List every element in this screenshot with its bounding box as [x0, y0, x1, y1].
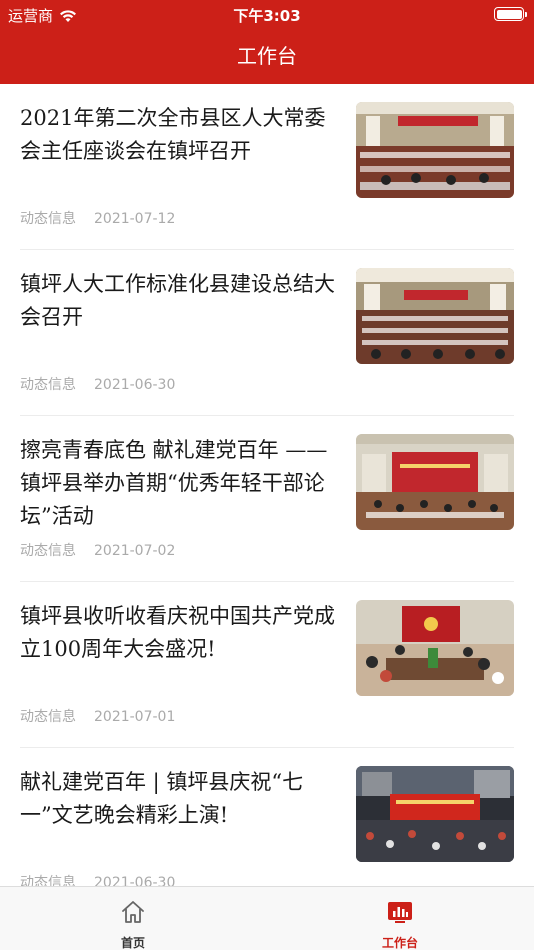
news-item[interactable]: 镇坪人大工作标准化县建设总结大会召开 动态信息 2021-06-30: [0, 250, 534, 416]
news-date: 2021-06-30: [94, 875, 176, 886]
news-date: 2021-07-02: [94, 543, 176, 559]
news-date: 2021-07-01: [94, 709, 176, 725]
tab-home-label: 首页: [120, 936, 145, 950]
news-date: 2021-06-30: [94, 377, 176, 393]
battery-icon: [494, 7, 527, 21]
news-thumbnail: [356, 434, 514, 530]
home-icon: [122, 901, 144, 923]
news-item[interactable]: 2021年第二次全市县区人大常委会主任座谈会在镇坪召开 动态信息 2021-07-…: [0, 84, 534, 250]
news-item[interactable]: 镇坪县收听收看庆祝中国共产党成立100周年大会盛况! 动态信息 2021-07-0…: [0, 582, 534, 748]
news-meta: 动态信息 2021-06-30: [20, 872, 175, 886]
news-thumbnail: [356, 102, 514, 198]
news-title: 擦亮青春底色 献礼建党百年 —— 镇坪县举办首期“优秀年轻干部论坛”活动: [20, 438, 328, 528]
news-category: 动态信息: [20, 875, 76, 886]
news-title: 献礼建党百年 | 镇坪县庆祝“七一”文艺晚会精彩上演!: [20, 770, 304, 827]
news-meta: 动态信息 2021-07-02: [20, 540, 175, 560]
news-category: 动态信息: [20, 543, 76, 559]
tab-workbench[interactable]: 工作台: [340, 887, 460, 950]
news-meta: 动态信息 2021-06-30: [20, 374, 175, 394]
dashboard-chart-icon: [388, 902, 412, 923]
news-title: 镇坪人大工作标准化县建设总结大会召开: [20, 272, 335, 329]
news-title: 2021年第二次全市县区人大常委会主任座谈会在镇坪召开: [20, 106, 326, 163]
news-category: 动态信息: [20, 377, 76, 393]
status-time: 下午3:03: [233, 7, 301, 25]
tab-home[interactable]: 首页: [73, 887, 193, 950]
tab-workbench-label: 工作台: [381, 936, 418, 950]
news-thumbnail: [356, 268, 514, 364]
news-category: 动态信息: [20, 709, 76, 725]
page-title: 工作台: [237, 44, 297, 68]
news-meta: 动态信息 2021-07-01: [20, 706, 175, 726]
news-list: 2021年第二次全市县区人大常委会主任座谈会在镇坪召开 动态信息 2021-07-…: [0, 84, 534, 886]
news-thumbnail: [356, 766, 514, 862]
news-item[interactable]: 擦亮青春底色 献礼建党百年 —— 镇坪县举办首期“优秀年轻干部论坛”活动 动态信…: [0, 416, 534, 582]
news-thumbnail: [356, 600, 514, 696]
news-title: 镇坪县收听收看庆祝中国共产党成立100周年大会盛况!: [20, 604, 335, 661]
app-header: 运营商 下午3:03 工作台: [0, 0, 534, 84]
tab-bar: 首页 工作台: [0, 886, 534, 950]
news-item[interactable]: 献礼建党百年 | 镇坪县庆祝“七一”文艺晚会精彩上演! 动态信息 2021-06-…: [0, 748, 534, 886]
news-meta: 动态信息 2021-07-12: [20, 208, 175, 228]
status-bar: 运营商 下午3:03: [0, 0, 534, 28]
news-date: 2021-07-12: [94, 211, 176, 227]
news-category: 动态信息: [20, 211, 76, 227]
